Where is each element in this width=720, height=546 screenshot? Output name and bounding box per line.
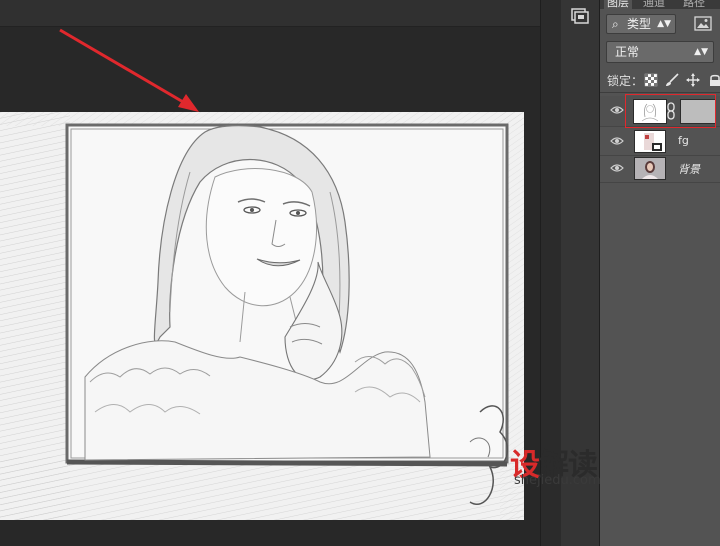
brush-icon[interactable] bbox=[665, 73, 679, 87]
layer-name-background[interactable]: 背景 bbox=[678, 161, 700, 177]
document-canvas[interactable] bbox=[0, 112, 524, 520]
panel-tabs: 图层 通道 路径 bbox=[600, 0, 720, 9]
lock-row: 锁定： bbox=[600, 68, 720, 93]
photo-thumbnail bbox=[635, 158, 665, 179]
canvas-area[interactable] bbox=[0, 0, 540, 546]
eye-icon[interactable] bbox=[610, 103, 624, 117]
select-arrows-icon: ▲▼ bbox=[694, 47, 708, 57]
checkerboard-icon[interactable] bbox=[644, 73, 658, 87]
move-icon[interactable] bbox=[686, 73, 700, 87]
filter-type-select[interactable]: ⌕ 类型 ▲▼ bbox=[606, 14, 676, 34]
tab-channels[interactable]: 通道 bbox=[640, 0, 668, 9]
layer-thumbnail-fg[interactable] bbox=[634, 130, 666, 153]
magnifier-icon: ⌕ bbox=[612, 17, 619, 31]
link-chain-icon[interactable] bbox=[667, 102, 675, 120]
layer-filter-row: ⌕ 类型 ▲▼ bbox=[600, 12, 720, 36]
image-icon[interactable] bbox=[694, 16, 712, 31]
tab-paths[interactable]: 路径 bbox=[680, 0, 708, 9]
canvas-top-bar bbox=[0, 0, 540, 27]
layer-row-fg[interactable]: fg bbox=[600, 127, 720, 156]
select-arrows-icon: ▲▼ bbox=[657, 19, 671, 29]
sketch-thumbnail-image bbox=[641, 103, 659, 122]
layer-thumbnail-background[interactable] bbox=[634, 157, 666, 180]
eye-icon[interactable] bbox=[610, 161, 624, 175]
eye-icon[interactable] bbox=[610, 134, 624, 148]
layer-mask-thumbnail[interactable] bbox=[680, 99, 716, 124]
panel-gutter bbox=[540, 0, 562, 546]
tab-layers[interactable]: 图层 bbox=[604, 0, 632, 9]
lock-label: 锁定： bbox=[607, 74, 644, 88]
layers-panel: 图层 通道 路径 ⌕ 类型 ▲▼ 正常 ▲▼ 锁定： fg 背景 bbox=[600, 0, 720, 546]
layer-row-background[interactable]: 背景 bbox=[600, 154, 720, 183]
lock-icon[interactable] bbox=[708, 73, 720, 87]
blend-mode-select[interactable]: 正常 ▲▼ bbox=[606, 41, 714, 63]
filter-type-label: 类型 bbox=[627, 17, 652, 31]
blend-mode-label: 正常 bbox=[615, 45, 640, 59]
layer-thumbnail-sketch[interactable] bbox=[634, 100, 666, 123]
collapsed-panel-column bbox=[561, 0, 600, 546]
properties-panel-icon[interactable] bbox=[570, 6, 590, 26]
pencil-sketch-image bbox=[0, 112, 524, 520]
smart-object-thumbnail bbox=[644, 133, 662, 151]
layer-row-sketch[interactable] bbox=[600, 96, 720, 127]
layer-name-fg[interactable]: fg bbox=[678, 134, 689, 147]
